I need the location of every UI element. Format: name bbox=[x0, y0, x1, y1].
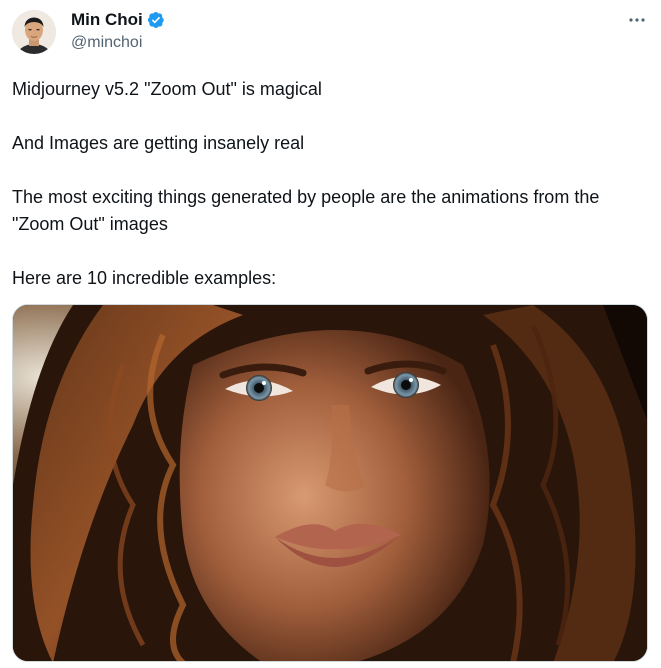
tweet-paragraph: Midjourney v5.2 "Zoom Out" is magical bbox=[12, 79, 322, 99]
tweet-paragraph: Here are 10 incredible examples: bbox=[12, 268, 277, 288]
verified-badge-icon[interactable] bbox=[147, 11, 165, 29]
author-info: Min Choi @minchoi bbox=[71, 10, 165, 52]
more-horizontal-icon[interactable] bbox=[625, 10, 649, 30]
avatar-photo bbox=[12, 10, 56, 54]
tweet-paragraph: And Images are getting insanely real bbox=[12, 133, 305, 153]
tweet-card: Min Choi @minchoi Midjourney v5.2 "Zoom … bbox=[0, 0, 661, 668]
portrait-photo bbox=[13, 305, 647, 661]
author-handle[interactable]: @minchoi bbox=[71, 34, 165, 52]
author-avatar[interactable] bbox=[12, 10, 56, 54]
tweet-media-image[interactable] bbox=[12, 304, 648, 662]
tweet-paragraph: The most exciting things generated by pe… bbox=[12, 187, 600, 234]
tweet-text: Midjourney v5.2 "Zoom Out" is magical An… bbox=[12, 76, 642, 292]
author-name-row: Min Choi bbox=[71, 10, 165, 30]
author-display-name[interactable]: Min Choi bbox=[71, 10, 143, 30]
